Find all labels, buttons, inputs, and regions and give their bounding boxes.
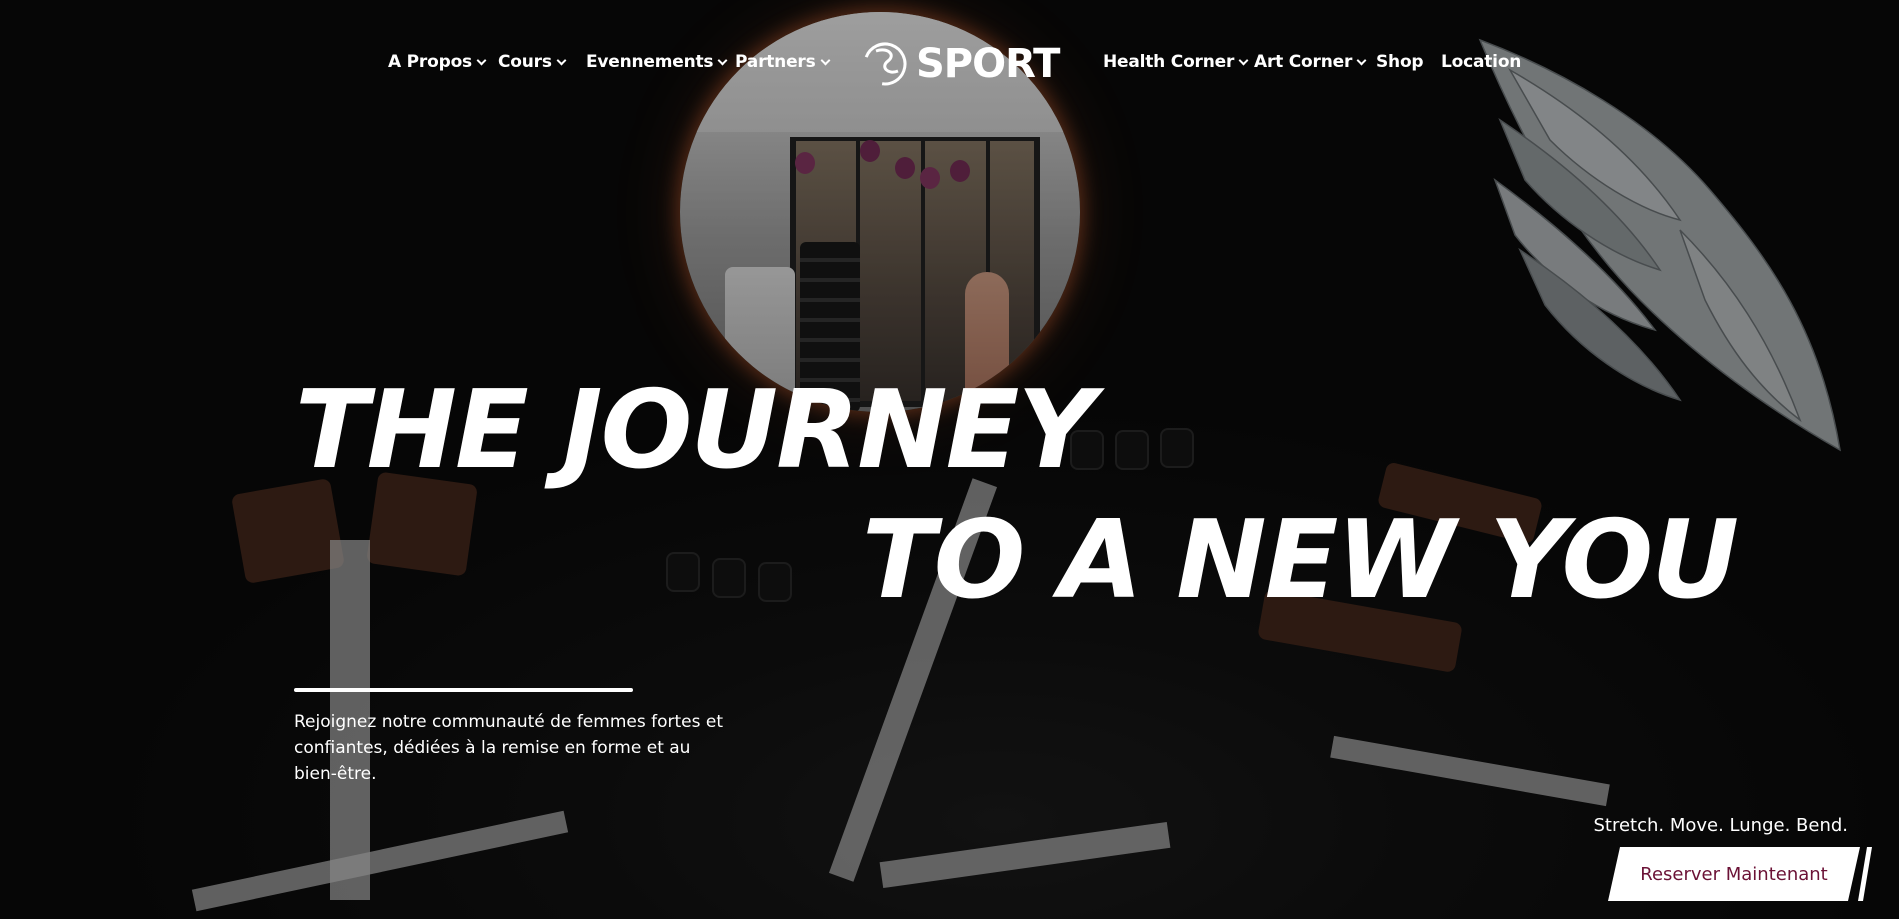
nav-item-label: Evennements	[586, 52, 714, 72]
nav-item-label: Shop	[1376, 52, 1424, 72]
nav-item-label: Location	[1441, 52, 1522, 72]
divider	[294, 688, 633, 692]
nav-item-art-corner[interactable]: Art Corner	[1254, 52, 1367, 72]
nav-item-partners[interactable]: Partners	[735, 52, 830, 72]
main-nav: A Propos Cours Evennements Partners SPOR…	[0, 0, 1899, 130]
chevron-down-icon	[1238, 55, 1249, 65]
nav-item-shop[interactable]: Shop	[1376, 52, 1424, 72]
chevron-down-icon	[717, 55, 728, 65]
chevron-down-icon	[476, 55, 487, 65]
hero-section: A Propos Cours Evennements Partners SPOR…	[0, 0, 1899, 919]
nav-item-a-propos[interactable]: A Propos	[388, 52, 487, 72]
chevron-down-icon	[556, 55, 567, 65]
nav-item-cours[interactable]: Cours	[498, 52, 567, 72]
nav-item-label: Cours	[498, 52, 552, 72]
hero-tagline: Stretch. Move. Lunge. Bend.	[1593, 815, 1848, 836]
nav-item-label: Partners	[735, 52, 816, 72]
site-logo[interactable]: SPORT	[862, 40, 1060, 88]
hero-intro-text: Rejoignez notre communauté de femmes for…	[294, 712, 723, 784]
hero-headline-line2: TO A NEW YOU	[862, 498, 1739, 623]
chevron-down-icon	[1356, 55, 1367, 65]
nav-item-label: Health Corner	[1103, 52, 1235, 72]
sport-logo-icon	[863, 42, 907, 86]
nav-item-label: A Propos	[388, 52, 472, 72]
nav-item-label: Art Corner	[1254, 52, 1353, 72]
nav-item-health-corner[interactable]: Health Corner	[1103, 52, 1249, 72]
logo-text: SPORT	[916, 41, 1060, 87]
reserve-button[interactable]: Reserver Maintenant	[1608, 847, 1860, 901]
chevron-down-icon	[820, 55, 830, 65]
nav-item-evennements[interactable]: Evennements	[586, 52, 728, 72]
nav-item-location[interactable]: Location	[1441, 52, 1521, 72]
hero-headline-line1: THE JOURNEY	[295, 368, 1096, 493]
